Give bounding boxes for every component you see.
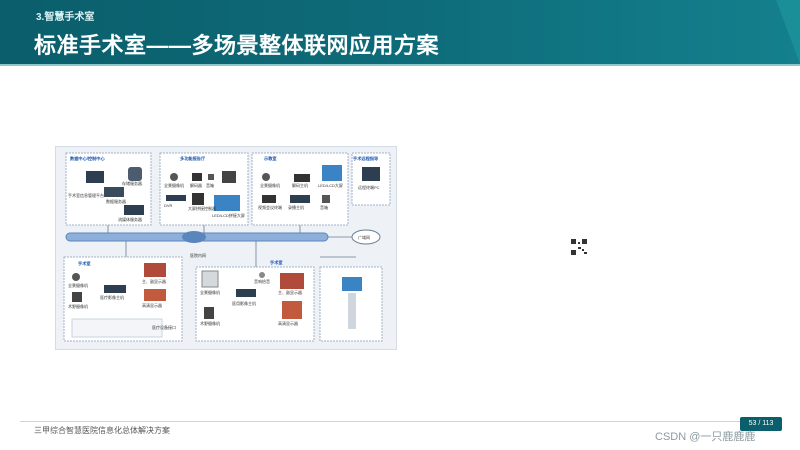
footer-divider (20, 421, 780, 422)
watermark: CSDN @一只鹿鹿鹿 (655, 431, 756, 443)
camera-server-icon (128, 167, 142, 181)
or-right-item-4: 术野摄像机 (200, 320, 220, 326)
panorama-camera-icon (170, 173, 178, 181)
internet-label: 广域网 (358, 234, 370, 240)
or-left-equipment-strip (71, 318, 163, 338)
or-right-item-2: 主、副显示器 (278, 289, 302, 295)
remote-title: 手术远程指导 (353, 155, 379, 162)
core-switch-icon (182, 231, 206, 243)
or-right-hd-icon (282, 301, 302, 319)
dr-item-1: 全景摄像机 (260, 182, 280, 188)
lecture-hall-title: 多功能报告厅 (180, 155, 206, 162)
data-server-icon (86, 171, 104, 183)
dvr-icon (222, 171, 236, 183)
or-right-item-3: 医用影像主机 (232, 300, 256, 306)
qr-code-icon (570, 238, 588, 256)
lh-item-6: 大屏拼接控制器 (188, 205, 216, 211)
lh-item-3: 音箱 (206, 182, 214, 188)
lh-item-7: LED/LCD拼接大屏 (212, 212, 245, 218)
or-left-host-icon (104, 285, 126, 293)
section-tag: 3.智慧手术室 (36, 12, 95, 23)
lh-item-2: 解码器 (190, 182, 202, 188)
tower-screen-icon (342, 277, 362, 291)
dc-item-3: 存储服务器 (122, 180, 142, 186)
or-right-item-5: 高清显示器 (278, 320, 298, 326)
dr-item-2: 解码主机 (292, 182, 308, 188)
dr-item-4: 视频会议终端 (258, 204, 282, 210)
dr-item-3: LED/LCD大屏 (318, 182, 343, 188)
or-left-item-5: 高清显示器 (142, 302, 162, 308)
decode-host-icon (294, 174, 310, 182)
or-right-item-1: 全景摄像机 (200, 289, 220, 295)
slide-title: 标准手术室——多场景整体联网应用方案 (34, 33, 440, 58)
footer-text: 三甲综合智慧医院信息化总体解决方案 (34, 426, 170, 435)
diagram-svg: 数据中心/控制中心 手术室信息管理平台 数据服务器 存储服务器 流媒体服务器 多… (63, 152, 391, 342)
media-server-icon (124, 205, 144, 215)
or-left-hd-icon (144, 289, 166, 301)
remote-item-1: 远程终端PC (358, 184, 380, 190)
or-left-item-3: 主、副显示器 (142, 278, 166, 284)
or-left-item-7: 医疗设备接口 (152, 324, 176, 330)
or-left-item-2: 术野摄像机 (68, 303, 88, 309)
architecture-diagram: 数据中心/控制中心 手术室信息管理平台 数据服务器 存储服务器 流媒体服务器 多… (55, 146, 397, 350)
or-right-host-icon (236, 289, 256, 297)
header-accent (776, 0, 800, 64)
header-underline (0, 64, 800, 66)
or-left-monitor-icon (144, 263, 166, 277)
video-terminal-icon (262, 195, 276, 203)
or-left-item-4: 医疗影像主机 (100, 294, 124, 300)
lh-item-1: 全景摄像机 (164, 182, 184, 188)
remote-pc-icon (362, 167, 380, 181)
or-left-title: 手术室 (78, 260, 91, 267)
led-wall-icon (214, 195, 240, 211)
decoder-icon (192, 173, 202, 181)
intranet-label: 医院内网 (190, 252, 206, 258)
speaker-icon (208, 174, 214, 180)
demo-led-icon (322, 165, 342, 181)
or-right-mic-icon (259, 272, 265, 278)
dr-item-6: 音箱 (320, 204, 328, 210)
demo-camera-icon (262, 173, 270, 181)
tower-stand-icon (348, 293, 356, 329)
or-right-title: 手术室 (270, 259, 283, 266)
or-right-monitor-icon (280, 273, 304, 289)
splicer-icon (192, 193, 204, 205)
data-center-title: 数据中心/控制中心 (70, 155, 105, 162)
or-right-field-camera-icon (204, 307, 214, 319)
demo-room-box (251, 152, 349, 226)
dc-item-1: 手术室信息管理平台 (68, 192, 104, 198)
or-left-item-1: 全景摄像机 (68, 282, 88, 288)
or-left-field-camera-icon (72, 292, 82, 302)
or-left-camera-icon (72, 273, 80, 281)
slide-header: 3.智慧手术室 标准手术室——多场景整体联网应用方案 (0, 0, 800, 64)
or-right-camera-icon (201, 270, 219, 288)
demo-speaker-icon (322, 195, 330, 203)
recorder-icon (290, 195, 310, 203)
dr-item-5: 录播主机 (288, 204, 304, 210)
dc-item-2: 数据服务器 (106, 198, 126, 204)
controller-icon (166, 195, 186, 201)
storage-server-icon (104, 187, 124, 197)
or-right-item-6: 音响拾音 (254, 278, 270, 284)
dc-item-4: 流媒体服务器 (118, 216, 142, 222)
demo-room-title: 示教室 (264, 155, 277, 162)
lh-item-5: DVR (164, 203, 173, 208)
